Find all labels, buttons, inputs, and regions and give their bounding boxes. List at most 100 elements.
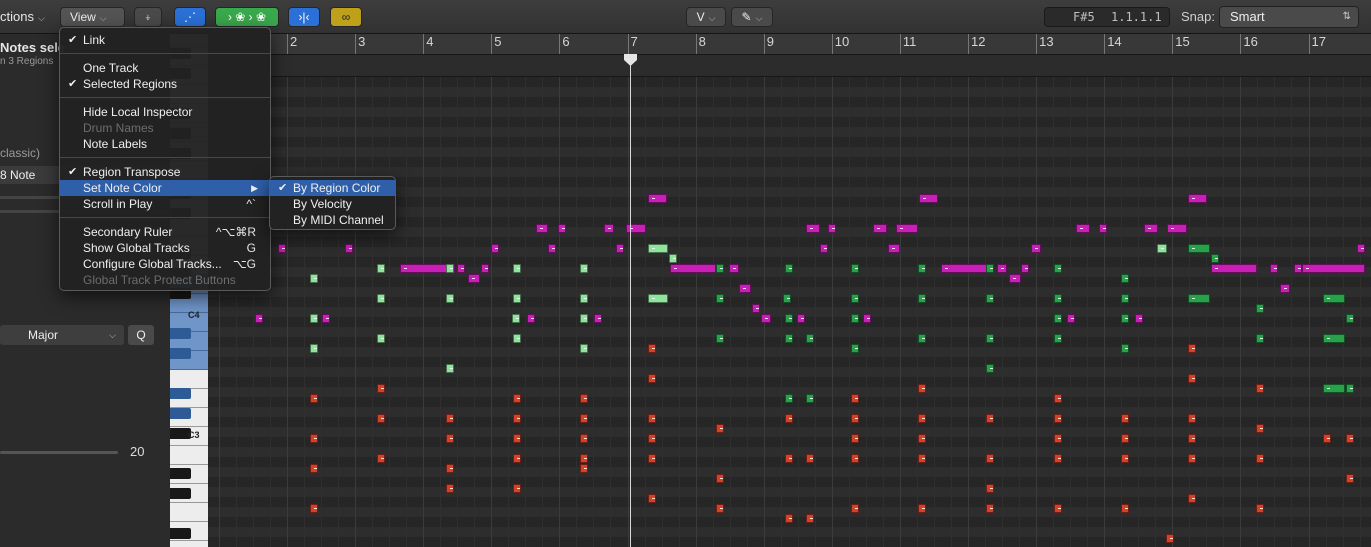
midi-note[interactable] <box>377 334 385 343</box>
menu-item-one-track[interactable]: One Track <box>60 60 270 76</box>
midi-note[interactable] <box>1054 264 1062 273</box>
midi-note[interactable] <box>716 264 724 273</box>
midi-note[interactable] <box>626 224 646 233</box>
midi-note[interactable] <box>1280 284 1290 293</box>
midi-note[interactable] <box>1121 414 1129 423</box>
black-key[interactable] <box>170 328 191 339</box>
midi-note[interactable] <box>1346 384 1354 393</box>
midi-note[interactable] <box>1256 384 1264 393</box>
midi-note[interactable] <box>851 434 859 443</box>
midi-note[interactable] <box>513 394 521 403</box>
midi-note[interactable] <box>1121 314 1129 323</box>
midi-note[interactable] <box>648 294 668 303</box>
midi-note[interactable] <box>986 414 994 423</box>
menu-item-by-region-color[interactable]: ✔ By Region Color <box>270 180 395 196</box>
midi-note[interactable] <box>1346 474 1354 483</box>
white-key[interactable] <box>170 370 208 389</box>
midi-note[interactable] <box>806 514 814 523</box>
midi-note[interactable] <box>851 294 859 303</box>
midi-note[interactable] <box>1067 314 1075 323</box>
midi-note[interactable] <box>648 454 656 463</box>
midi-note[interactable] <box>1346 434 1354 443</box>
midi-note[interactable] <box>580 454 588 463</box>
midi-note[interactable] <box>1323 334 1345 343</box>
midi-note[interactable] <box>648 344 656 353</box>
midi-note[interactable] <box>918 384 926 393</box>
midi-note[interactable] <box>446 464 454 473</box>
midi-note[interactable] <box>1188 374 1196 383</box>
midi-note[interactable] <box>580 314 588 323</box>
midi-note[interactable] <box>580 434 588 443</box>
menu-item-secondary-ruler[interactable]: Secondary Ruler ^⌥⌘R <box>60 224 270 240</box>
midi-note[interactable] <box>310 434 318 443</box>
midi-note[interactable] <box>1256 454 1264 463</box>
midi-note[interactable] <box>310 464 318 473</box>
midi-note[interactable] <box>806 224 820 233</box>
pencil-tool-menu[interactable]: ✎ ⌵ <box>731 7 773 27</box>
midi-note[interactable] <box>1054 504 1062 513</box>
black-key[interactable] <box>170 388 191 399</box>
midi-note[interactable] <box>278 244 286 253</box>
strength-slider[interactable] <box>0 451 118 454</box>
black-key[interactable] <box>170 488 191 499</box>
midi-note[interactable] <box>1323 294 1345 303</box>
midi-note[interactable] <box>986 364 994 373</box>
midi-note[interactable] <box>851 314 859 323</box>
snap-select[interactable]: Smart ⇅ <box>1219 6 1359 28</box>
midi-note[interactable] <box>1294 264 1302 273</box>
menu-item-selected-regions[interactable]: ✔ Selected Regions <box>60 76 270 92</box>
midi-note[interactable] <box>1256 504 1264 513</box>
midi-note[interactable] <box>1054 334 1062 343</box>
pointer-tool-menu[interactable]: V ⌵ <box>686 7 726 27</box>
midi-note[interactable] <box>785 334 793 343</box>
midi-note[interactable] <box>1121 504 1129 513</box>
midi-note[interactable] <box>1121 344 1129 353</box>
functions-menu[interactable]: ctions ⌵ <box>0 7 45 26</box>
catch-button[interactable]: ›|‹ <box>288 7 320 27</box>
midi-note[interactable] <box>1009 274 1021 283</box>
midi-note[interactable] <box>828 224 836 233</box>
midi-note[interactable] <box>536 224 548 233</box>
midi-note[interactable] <box>604 224 614 233</box>
menu-item-show-global-tracks[interactable]: Show Global Tracks G <box>60 240 270 256</box>
midi-note[interactable] <box>896 224 918 233</box>
black-key[interactable] <box>170 528 191 539</box>
midi-note[interactable] <box>752 304 760 313</box>
midi-note[interactable] <box>1121 454 1129 463</box>
midi-note[interactable] <box>785 264 793 273</box>
midi-note[interactable] <box>729 264 739 273</box>
midi-note[interactable] <box>580 294 588 303</box>
midi-note[interactable] <box>580 414 588 423</box>
midi-note[interactable] <box>457 264 465 273</box>
menu-item-hide-local-inspector[interactable]: Hide Local Inspector <box>60 104 270 120</box>
midi-note[interactable] <box>1256 424 1264 433</box>
midi-note[interactable] <box>377 414 385 423</box>
midi-note[interactable] <box>513 294 521 303</box>
midi-note[interactable] <box>1188 344 1196 353</box>
midi-note[interactable] <box>716 474 724 483</box>
midi-note[interactable] <box>986 484 994 493</box>
midi-note[interactable] <box>785 514 793 523</box>
black-key[interactable] <box>170 468 191 479</box>
midi-note[interactable] <box>1135 314 1143 323</box>
midi-note[interactable] <box>1121 294 1129 303</box>
midi-note[interactable] <box>377 264 385 273</box>
midi-note[interactable] <box>491 244 499 253</box>
midi-note[interactable] <box>377 294 385 303</box>
midi-note[interactable] <box>310 344 318 353</box>
midi-note[interactable] <box>783 294 791 303</box>
midi-note[interactable] <box>513 334 521 343</box>
midi-note[interactable] <box>918 504 926 513</box>
menu-item-configure-global-tracks[interactable]: Configure Global Tracks... ⌥G <box>60 256 270 272</box>
link-button[interactable]: ∞ <box>330 7 362 27</box>
midi-note[interactable] <box>863 314 871 323</box>
midi-note[interactable] <box>806 454 814 463</box>
midi-note[interactable] <box>446 414 454 423</box>
midi-note[interactable] <box>513 454 521 463</box>
midi-note[interactable] <box>851 414 859 423</box>
midi-note[interactable] <box>648 494 656 503</box>
piano-roll-grid[interactable] <box>208 77 1371 547</box>
midi-note[interactable] <box>446 364 454 373</box>
black-key[interactable] <box>170 408 191 419</box>
midi-note[interactable] <box>1188 454 1196 463</box>
